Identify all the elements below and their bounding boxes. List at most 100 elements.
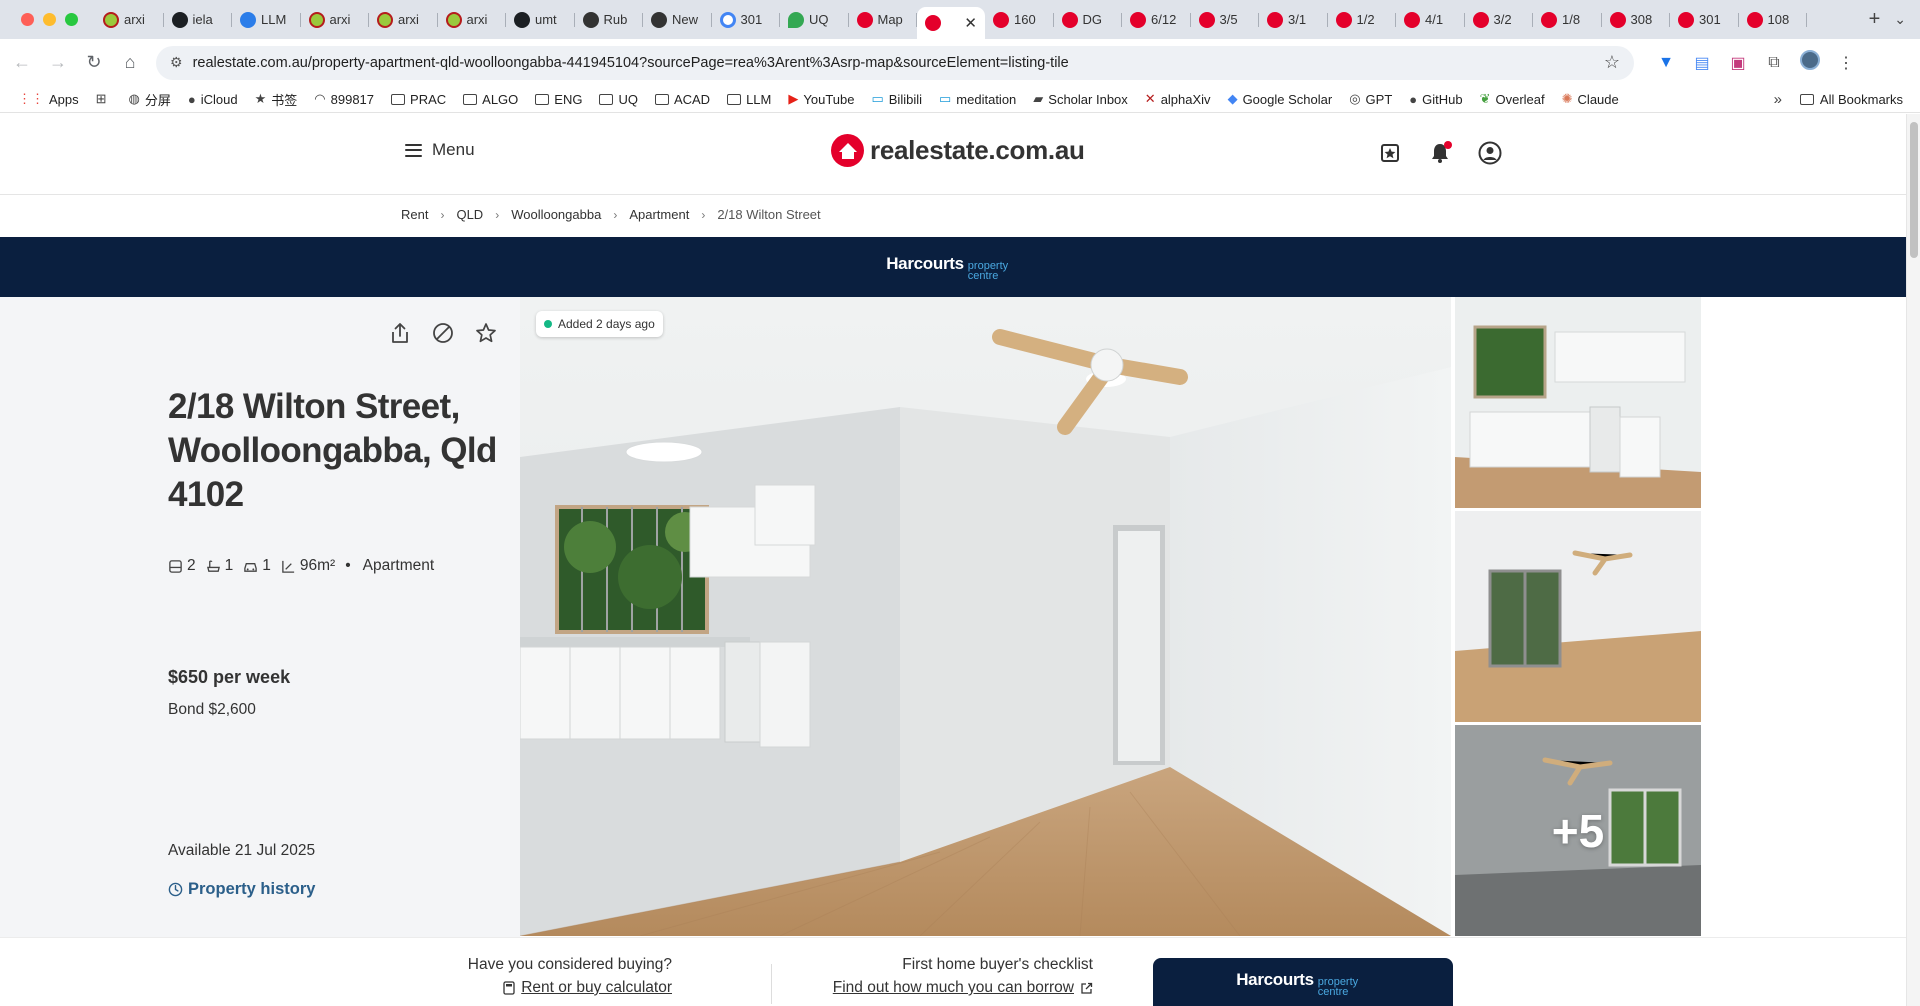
bookmark-item[interactable]: ENG: [535, 92, 582, 107]
browser-tab[interactable]: Rub: [575, 6, 644, 34]
saved-properties-icon[interactable]: [1378, 141, 1402, 165]
bookmark-item[interactable]: ❦ Overleaf: [1480, 91, 1545, 107]
browser-tab[interactable]: 1/8: [1533, 6, 1602, 34]
thumbnail-bedroom[interactable]: +5: [1455, 725, 1701, 936]
bookmark-item[interactable]: ◆ Google Scholar: [1228, 91, 1333, 107]
browser-tab[interactable]: New: [643, 6, 712, 34]
home-icon[interactable]: ⌂: [112, 52, 148, 73]
close-window-button[interactable]: [21, 13, 34, 26]
site-info-icon[interactable]: ⚙: [170, 54, 183, 71]
bookmark-item[interactable]: PRAC: [391, 92, 446, 107]
bookmark-item[interactable]: ⊞: [96, 91, 112, 107]
agency-logo: Harcourts property centre: [886, 254, 1020, 282]
menu-button[interactable]: Menu: [405, 140, 475, 160]
thumbnail-kitchen[interactable]: [1455, 297, 1701, 508]
all-bookmarks-button[interactable]: All Bookmarks: [1799, 92, 1903, 107]
tab-search-chevron-icon[interactable]: ⌄: [1894, 11, 1920, 28]
maximize-window-button[interactable]: [65, 13, 78, 26]
thumbnail-living[interactable]: [1455, 511, 1701, 722]
bookmark-item[interactable]: LLM: [727, 92, 771, 107]
site-logo[interactable]: realestate.com.au: [831, 134, 1085, 167]
minimize-window-button[interactable]: [43, 13, 56, 26]
browser-tab[interactable]: arxi: [301, 6, 370, 34]
bookmark-item[interactable]: ● GitHub: [1409, 92, 1462, 107]
browser-tab[interactable]: 3/2: [1465, 6, 1534, 34]
main-listing-photo[interactable]: Added 2 days ago: [520, 297, 1451, 936]
profile-avatar[interactable]: [1792, 50, 1828, 75]
bookmark-item[interactable]: ✺ Claude: [1562, 91, 1619, 107]
browser-menu-icon[interactable]: ⋮: [1828, 53, 1864, 73]
browser-tab[interactable]: 160: [985, 6, 1054, 34]
browser-tab[interactable]: 308: [1602, 6, 1671, 34]
browser-tab[interactable]: 108: [1739, 6, 1808, 34]
browser-tab[interactable]: 1/2: [1328, 6, 1397, 34]
breadcrumb-state[interactable]: QLD: [456, 207, 483, 222]
address-bar[interactable]: ⚙ realestate.com.au/property-apartment-q…: [156, 45, 1634, 80]
bookmark-item[interactable]: ● iCloud: [188, 92, 238, 107]
breadcrumb-type[interactable]: Apartment: [629, 207, 689, 222]
bookmark-item[interactable]: ⋮⋮ Apps: [18, 91, 79, 107]
browser-tab[interactable]: iela: [164, 6, 233, 34]
extension-v-icon[interactable]: ▼: [1648, 54, 1684, 72]
browser-tab[interactable]: UQ: [780, 6, 849, 34]
agency-banner[interactable]: Harcourts property centre: [0, 237, 1906, 297]
bookmark-item[interactable]: ★ 书签: [255, 90, 298, 109]
extensions-puzzle-icon[interactable]: ⧉: [1756, 54, 1792, 72]
bookmark-item[interactable]: ACAD: [654, 92, 710, 107]
grid-icon: ⊞: [95, 91, 107, 106]
notifications-bell-icon[interactable]: [1428, 141, 1452, 165]
bookmark-item[interactable]: ALGO: [463, 92, 518, 107]
bookmark-item[interactable]: ▭ Bilibili: [871, 91, 922, 107]
property-history-link[interactable]: Property history: [168, 880, 315, 899]
browser-tab[interactable]: 301: [1670, 6, 1739, 34]
extension-translate-icon[interactable]: ▣: [1720, 53, 1756, 73]
browser-tab[interactable]: 6/12: [1122, 6, 1191, 34]
extension-doc-icon[interactable]: ▤: [1684, 53, 1720, 73]
page-scrollbar[interactable]: [1906, 114, 1920, 1006]
divider: [771, 964, 772, 1004]
breadcrumb-rent[interactable]: Rent: [401, 207, 428, 222]
bookmarks-overflow-chevron-icon[interactable]: »: [1774, 91, 1782, 108]
external-link-icon: [1081, 982, 1093, 994]
browser-tab[interactable]: 3/5: [1191, 6, 1260, 34]
tab-active[interactable]: ✕: [917, 7, 985, 39]
bookmark-item[interactable]: ▶ YouTube: [788, 91, 854, 107]
bookmark-item[interactable]: ◠ 899817: [314, 91, 374, 107]
forward-arrow-icon[interactable]: →: [40, 52, 76, 73]
breadcrumb-suburb[interactable]: Woolloongabba: [511, 207, 601, 222]
bookmark-item[interactable]: ✕ alphaXiv: [1145, 91, 1211, 107]
hide-listing-icon[interactable]: [431, 321, 455, 345]
account-user-icon[interactable]: [1478, 141, 1502, 165]
browser-tab[interactable]: DG: [1054, 6, 1123, 34]
close-tab-icon[interactable]: ✕: [964, 14, 977, 32]
browser-tab[interactable]: 301: [712, 6, 781, 34]
browser-tab[interactable]: 4/1: [1396, 6, 1465, 34]
back-arrow-icon[interactable]: ←: [4, 52, 40, 73]
tab-title: LLM: [261, 12, 287, 27]
browser-tab[interactable]: Map: [849, 6, 918, 34]
scrollbar-thumb[interactable]: [1910, 122, 1918, 258]
share-icon[interactable]: [388, 321, 412, 345]
kitchen-photo: [1455, 297, 1701, 508]
agency-card[interactable]: Harcourts property centre: [1153, 958, 1453, 1006]
borrow-calculator-link[interactable]: Find out how much you can borrow: [790, 979, 1093, 997]
bookmark-item[interactable]: ▭ meditation: [939, 91, 1016, 107]
rent-or-buy-calculator-link[interactable]: Rent or buy calculator: [440, 979, 672, 997]
bookmark-label: Claude: [1577, 91, 1619, 107]
browser-tab[interactable]: LLM: [232, 6, 301, 34]
reload-icon[interactable]: ↻: [76, 52, 112, 73]
browser-tab[interactable]: arxi: [369, 6, 438, 34]
more-photos-overlay[interactable]: +5: [1455, 725, 1701, 936]
bookmark-item[interactable]: ◎ GPT: [1349, 91, 1392, 107]
bookmark-star-icon[interactable]: ☆: [1604, 52, 1620, 73]
browser-tab[interactable]: 3/1: [1259, 6, 1328, 34]
bookmark-item[interactable]: ▰ Scholar Inbox: [1033, 91, 1128, 107]
browser-tab[interactable]: arxi: [95, 6, 164, 34]
url-text[interactable]: realestate.com.au/property-apartment-qld…: [193, 55, 1604, 71]
browser-tab[interactable]: arxi: [438, 6, 507, 34]
bookmark-item[interactable]: UQ: [599, 92, 638, 107]
save-star-icon[interactable]: [474, 321, 498, 345]
bookmark-item[interactable]: ◍ 分屏: [129, 90, 171, 109]
new-tab-button[interactable]: +: [1855, 8, 1895, 31]
browser-tab[interactable]: umt: [506, 6, 575, 34]
